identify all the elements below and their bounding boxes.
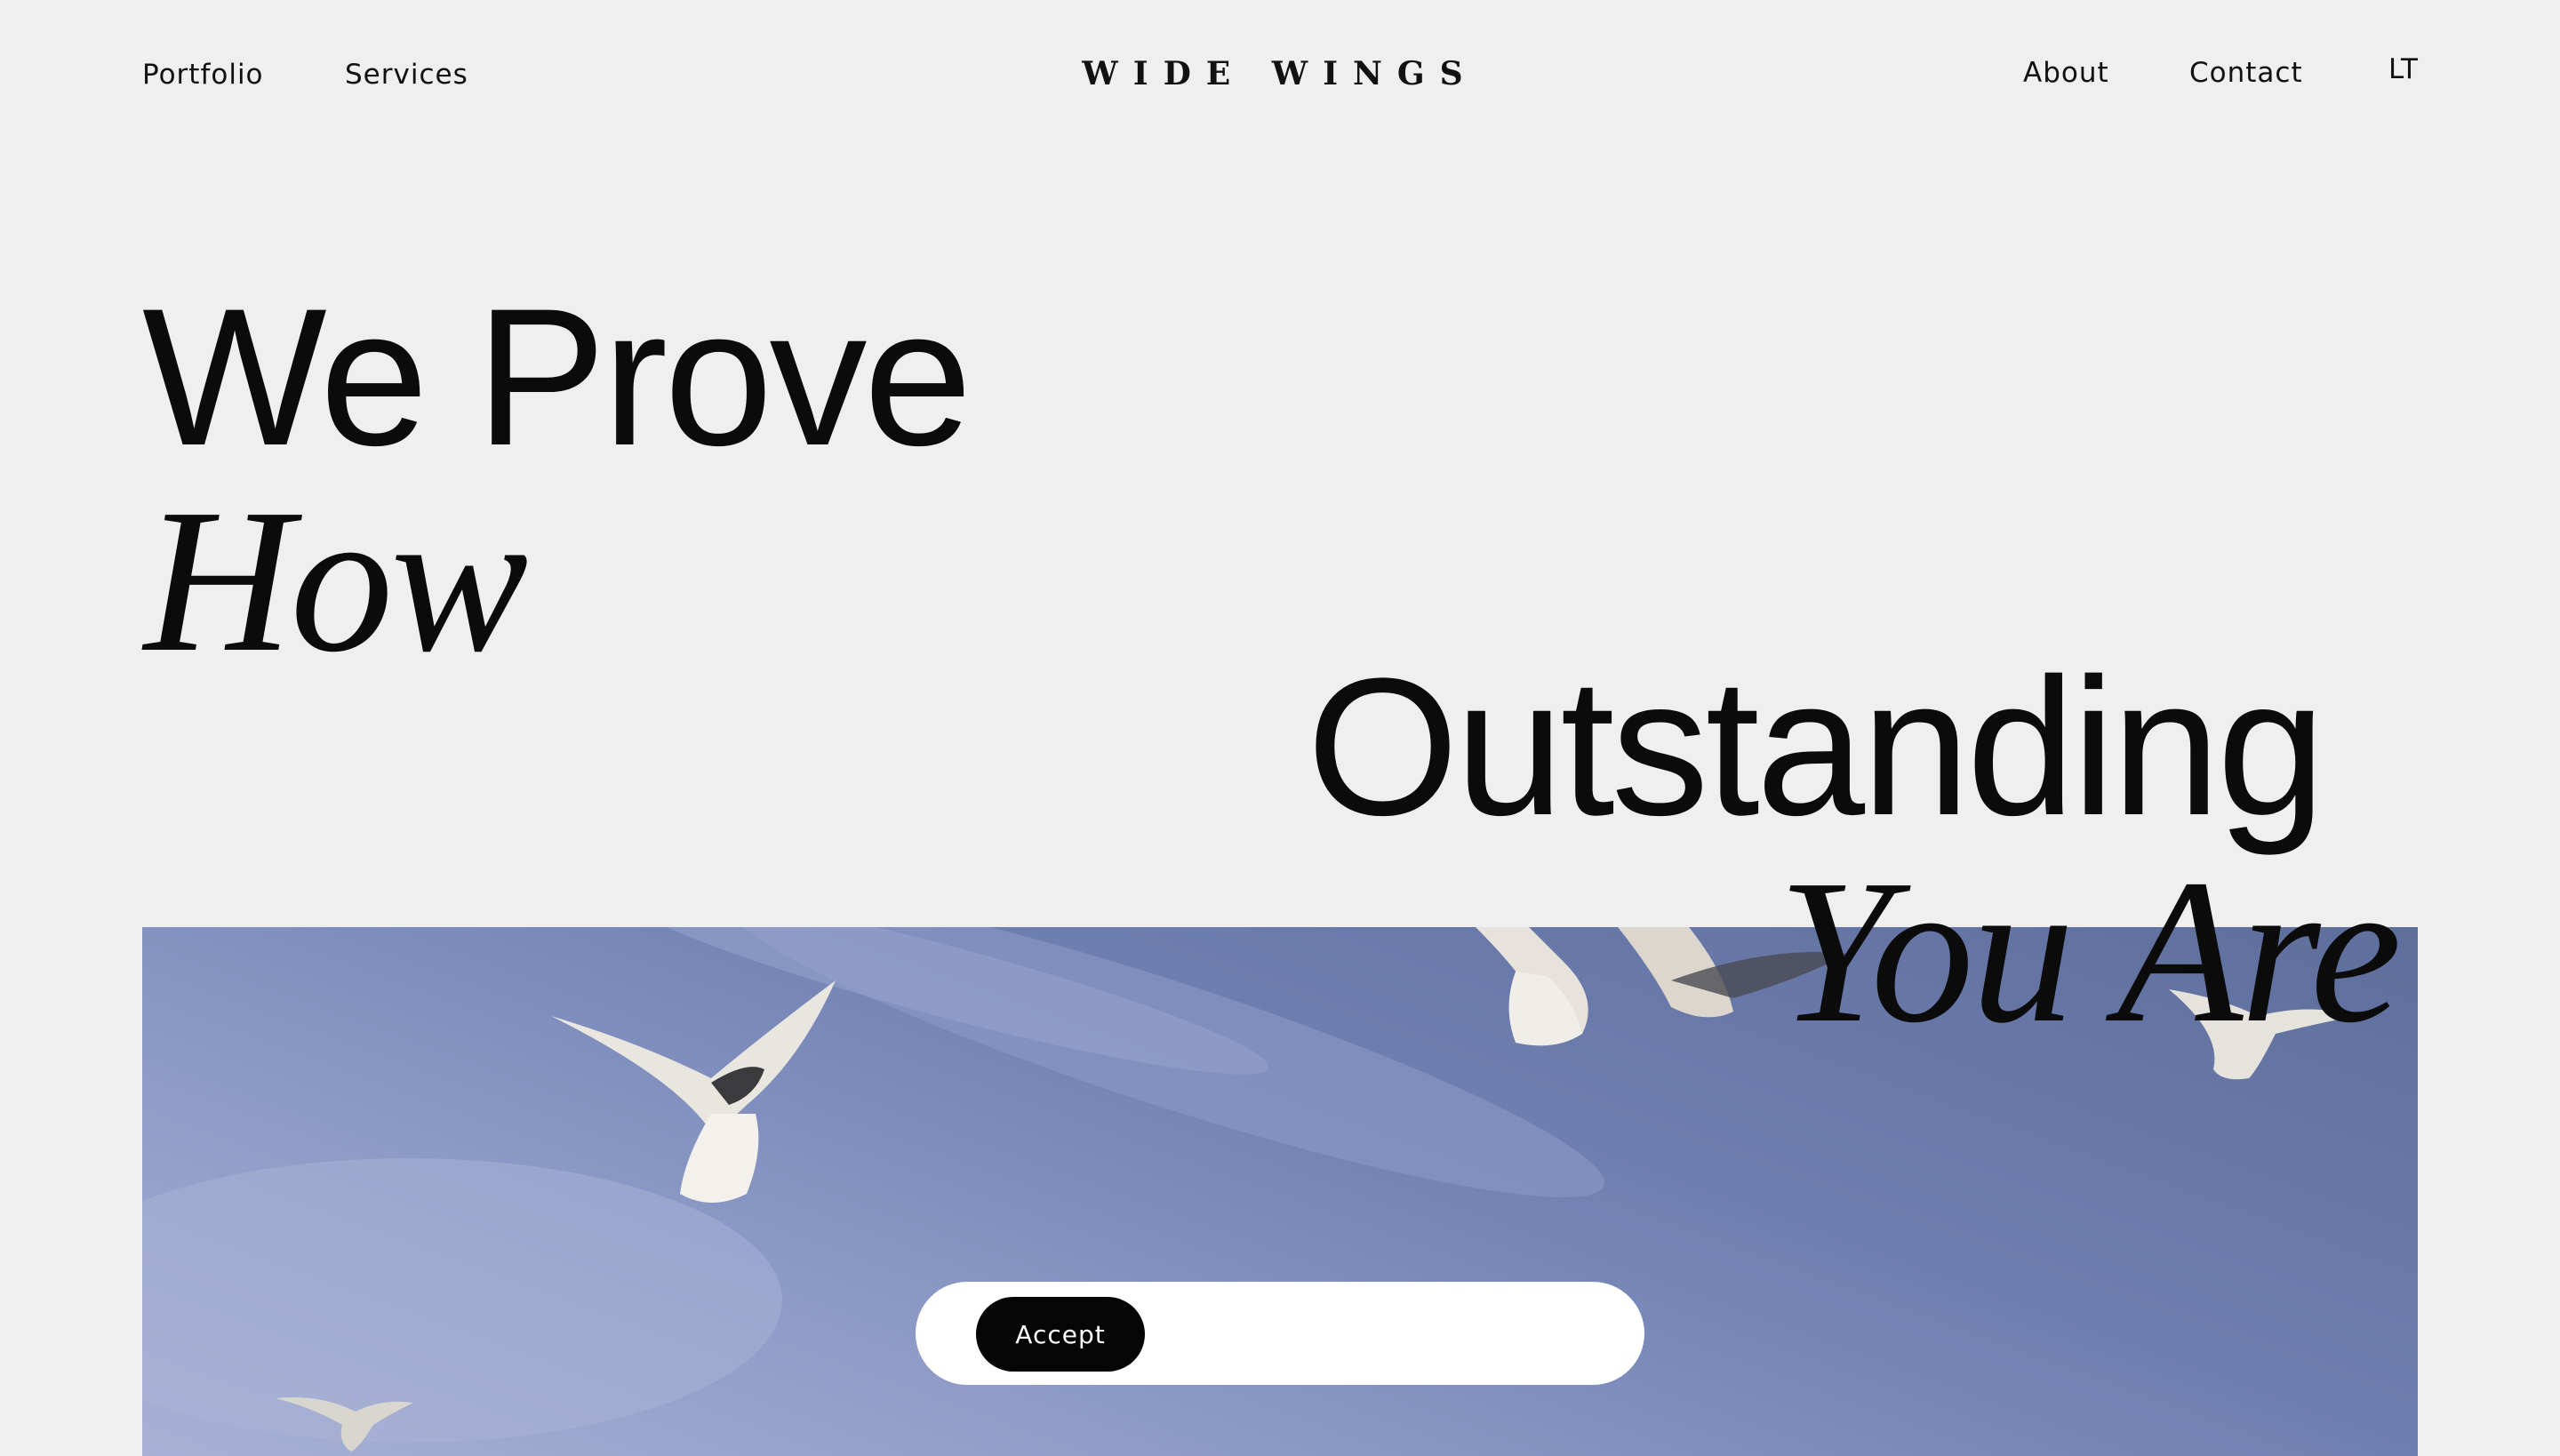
hero-line-outstanding: Outstanding bbox=[1307, 637, 2325, 856]
site-logo[interactable]: WIDE WINGS bbox=[0, 55, 2560, 92]
accept-button[interactable]: Accept bbox=[976, 1297, 1145, 1372]
hero-line-we-prove: We Prove bbox=[142, 268, 972, 486]
nav-link-about[interactable]: About bbox=[2023, 57, 2109, 89]
cookie-consent-bar: Accept bbox=[916, 1282, 1644, 1385]
language-switch[interactable]: LT bbox=[2388, 53, 2419, 85]
hero-line-you-are: You Are bbox=[1778, 837, 2402, 1066]
nav-link-contact[interactable]: Contact bbox=[2189, 57, 2303, 89]
hero-line-how: How bbox=[144, 467, 528, 695]
seagull-1 bbox=[551, 980, 836, 1203]
